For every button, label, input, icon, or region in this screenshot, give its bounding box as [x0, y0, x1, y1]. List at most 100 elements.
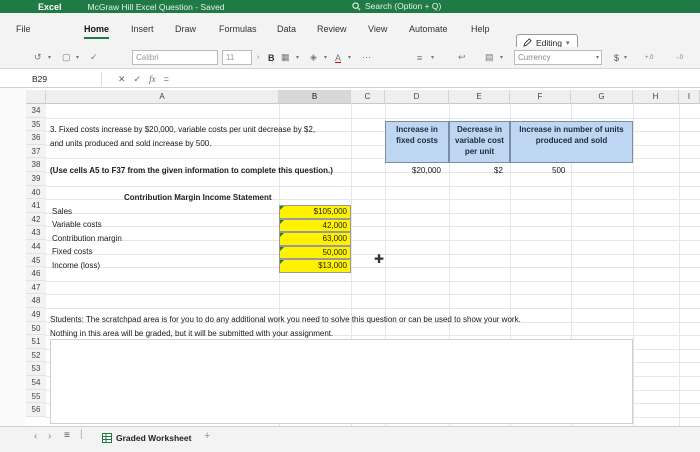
paste-icon[interactable]: ▢	[62, 50, 71, 65]
name-box[interactable]: B29	[26, 72, 102, 86]
row-header[interactable]: 52	[26, 348, 46, 363]
font-size-select[interactable]: 11	[222, 50, 252, 65]
row-header[interactable]: 41	[26, 199, 46, 213]
chevron-down-icon[interactable]: ▾	[76, 50, 79, 65]
input-contribution-margin[interactable]: 63,000	[279, 232, 351, 246]
chevron-down-icon[interactable]: ▾	[624, 50, 627, 65]
confirm-icon[interactable]: ✓	[134, 74, 142, 85]
font-size-arrow-icon[interactable]: ›	[257, 50, 259, 65]
sheet-tab-label: Graded Worksheet	[116, 433, 192, 443]
column-header-d[interactable]: D	[385, 90, 449, 104]
sheet-tab-graded-worksheet[interactable]: Graded Worksheet	[96, 429, 197, 447]
row-header[interactable]: 51	[26, 335, 46, 349]
row-header[interactable]: 49	[26, 308, 46, 322]
sheet-list-icon[interactable]: ≡	[64, 430, 70, 441]
row-header[interactable]: 55	[26, 389, 46, 404]
label-contribution-margin: Contribution margin	[52, 234, 122, 243]
search-box[interactable]: Search (Option + Q)	[352, 0, 441, 12]
input-income-loss[interactable]: $13,000	[279, 259, 351, 273]
label-fixed-costs: Fixed costs	[52, 247, 93, 256]
bold-button[interactable]: B	[268, 50, 275, 65]
row-header[interactable]: 35	[26, 117, 46, 132]
number-format-select[interactable]: Currency	[514, 50, 602, 65]
column-header-e[interactable]: E	[449, 90, 510, 104]
chevron-down-icon[interactable]: ▾	[348, 50, 351, 65]
chevron-down-icon[interactable]: ▾	[296, 50, 299, 65]
tab-data[interactable]: Data	[277, 24, 296, 34]
row-header[interactable]: 56	[26, 403, 46, 417]
tab-formulas[interactable]: Formulas	[219, 24, 257, 34]
merge-icon[interactable]: ▤	[485, 50, 494, 65]
input-fixed-costs[interactable]: 50,000	[279, 245, 351, 260]
column-header-c[interactable]: C	[351, 90, 385, 104]
row-header[interactable]: 34	[26, 104, 46, 118]
select-all-corner[interactable]	[26, 90, 46, 104]
decrease-decimal-icon[interactable]: -.0	[676, 50, 683, 65]
row-header[interactable]: 36	[26, 131, 46, 145]
document-title[interactable]: McGraw Hill Excel Question - Saved	[88, 2, 225, 12]
grid-row-line	[46, 185, 700, 187]
row-header[interactable]: 45	[26, 253, 46, 268]
row-header[interactable]: 37	[26, 144, 46, 159]
wrap-text-icon[interactable]: ↩	[458, 50, 466, 65]
tab-view[interactable]: View	[368, 24, 387, 34]
column-header-g[interactable]: G	[571, 90, 633, 104]
fill-color-icon[interactable]: ◈	[310, 50, 317, 65]
input-variable-costs[interactable]: 42,000	[279, 218, 351, 233]
tab-draw[interactable]: Draw	[175, 24, 196, 34]
scratchpad-area[interactable]	[50, 339, 633, 424]
column-header-h[interactable]: H	[633, 90, 679, 104]
scroll-left-icon[interactable]: ‹	[34, 431, 37, 442]
increase-decimal-icon[interactable]: +.0	[645, 50, 654, 65]
row-header[interactable]: 42	[26, 212, 46, 227]
grid-row-line	[46, 212, 700, 214]
chevron-down-icon[interactable]: ▾	[596, 50, 599, 65]
column-header-f[interactable]: F	[510, 90, 571, 104]
font-name-select[interactable]: Calibri	[132, 50, 218, 65]
function-icon[interactable]: fx	[149, 74, 156, 84]
header-increase-units: Increase in number of units produced and…	[510, 121, 633, 163]
value-fixed-cost-increase[interactable]: $20,000	[412, 166, 441, 175]
formula-bar: B29 ✕ ✓ fx =	[0, 69, 700, 88]
currency-icon[interactable]: $	[614, 50, 619, 65]
value-variable-cost-decrease[interactable]: $2	[494, 166, 503, 175]
header-increase-fixed-costs: Increase in fixed costs	[385, 121, 449, 163]
row-header[interactable]: 50	[26, 321, 46, 336]
format-painter-icon[interactable]: ✓	[90, 50, 98, 65]
chevron-down-icon[interactable]: ▾	[48, 50, 51, 65]
row-header[interactable]: 53	[26, 362, 46, 376]
tab-review[interactable]: Review	[317, 24, 347, 34]
row-header[interactable]: 47	[26, 280, 46, 295]
chevron-down-icon[interactable]: ▾	[431, 50, 434, 65]
tab-home[interactable]: Home	[84, 24, 110, 39]
cancel-icon[interactable]: ✕	[118, 74, 126, 85]
row-header[interactable]: 40	[26, 185, 46, 200]
column-header-b[interactable]: B	[279, 90, 351, 104]
chevron-down-icon[interactable]: ▾	[500, 50, 503, 65]
align-icon[interactable]: ≡	[417, 50, 422, 65]
chevron-down-icon[interactable]: ▾	[324, 50, 327, 65]
row-header[interactable]: 48	[26, 294, 46, 308]
row-header[interactable]: 46	[26, 267, 46, 281]
row-header[interactable]: 44	[26, 240, 46, 254]
more-options-icon[interactable]: ⋯	[362, 50, 371, 65]
undo-icon[interactable]: ↺	[34, 50, 42, 65]
row-header[interactable]: 54	[26, 376, 46, 390]
tab-automate[interactable]: Automate	[409, 24, 448, 34]
tab-file[interactable]: File	[16, 24, 31, 34]
row-header[interactable]: 39	[26, 172, 46, 186]
input-sales[interactable]: $105,000	[279, 205, 351, 219]
borders-icon[interactable]: ▦	[281, 50, 290, 65]
value-units-increase[interactable]: 500	[552, 166, 565, 175]
row-header[interactable]: 38	[26, 158, 46, 172]
row-header[interactable]: 43	[26, 226, 46, 240]
scroll-right-icon[interactable]: ›	[48, 431, 51, 442]
formula-content[interactable]: =	[164, 74, 169, 84]
app-name: Excel	[38, 1, 62, 12]
tab-insert[interactable]: Insert	[131, 24, 154, 34]
column-header-i[interactable]: I	[679, 90, 700, 104]
font-color-icon[interactable]: A	[335, 50, 341, 65]
column-header-a[interactable]: A	[46, 90, 279, 104]
add-sheet-icon[interactable]: +	[204, 430, 210, 442]
tab-help[interactable]: Help	[471, 24, 490, 34]
